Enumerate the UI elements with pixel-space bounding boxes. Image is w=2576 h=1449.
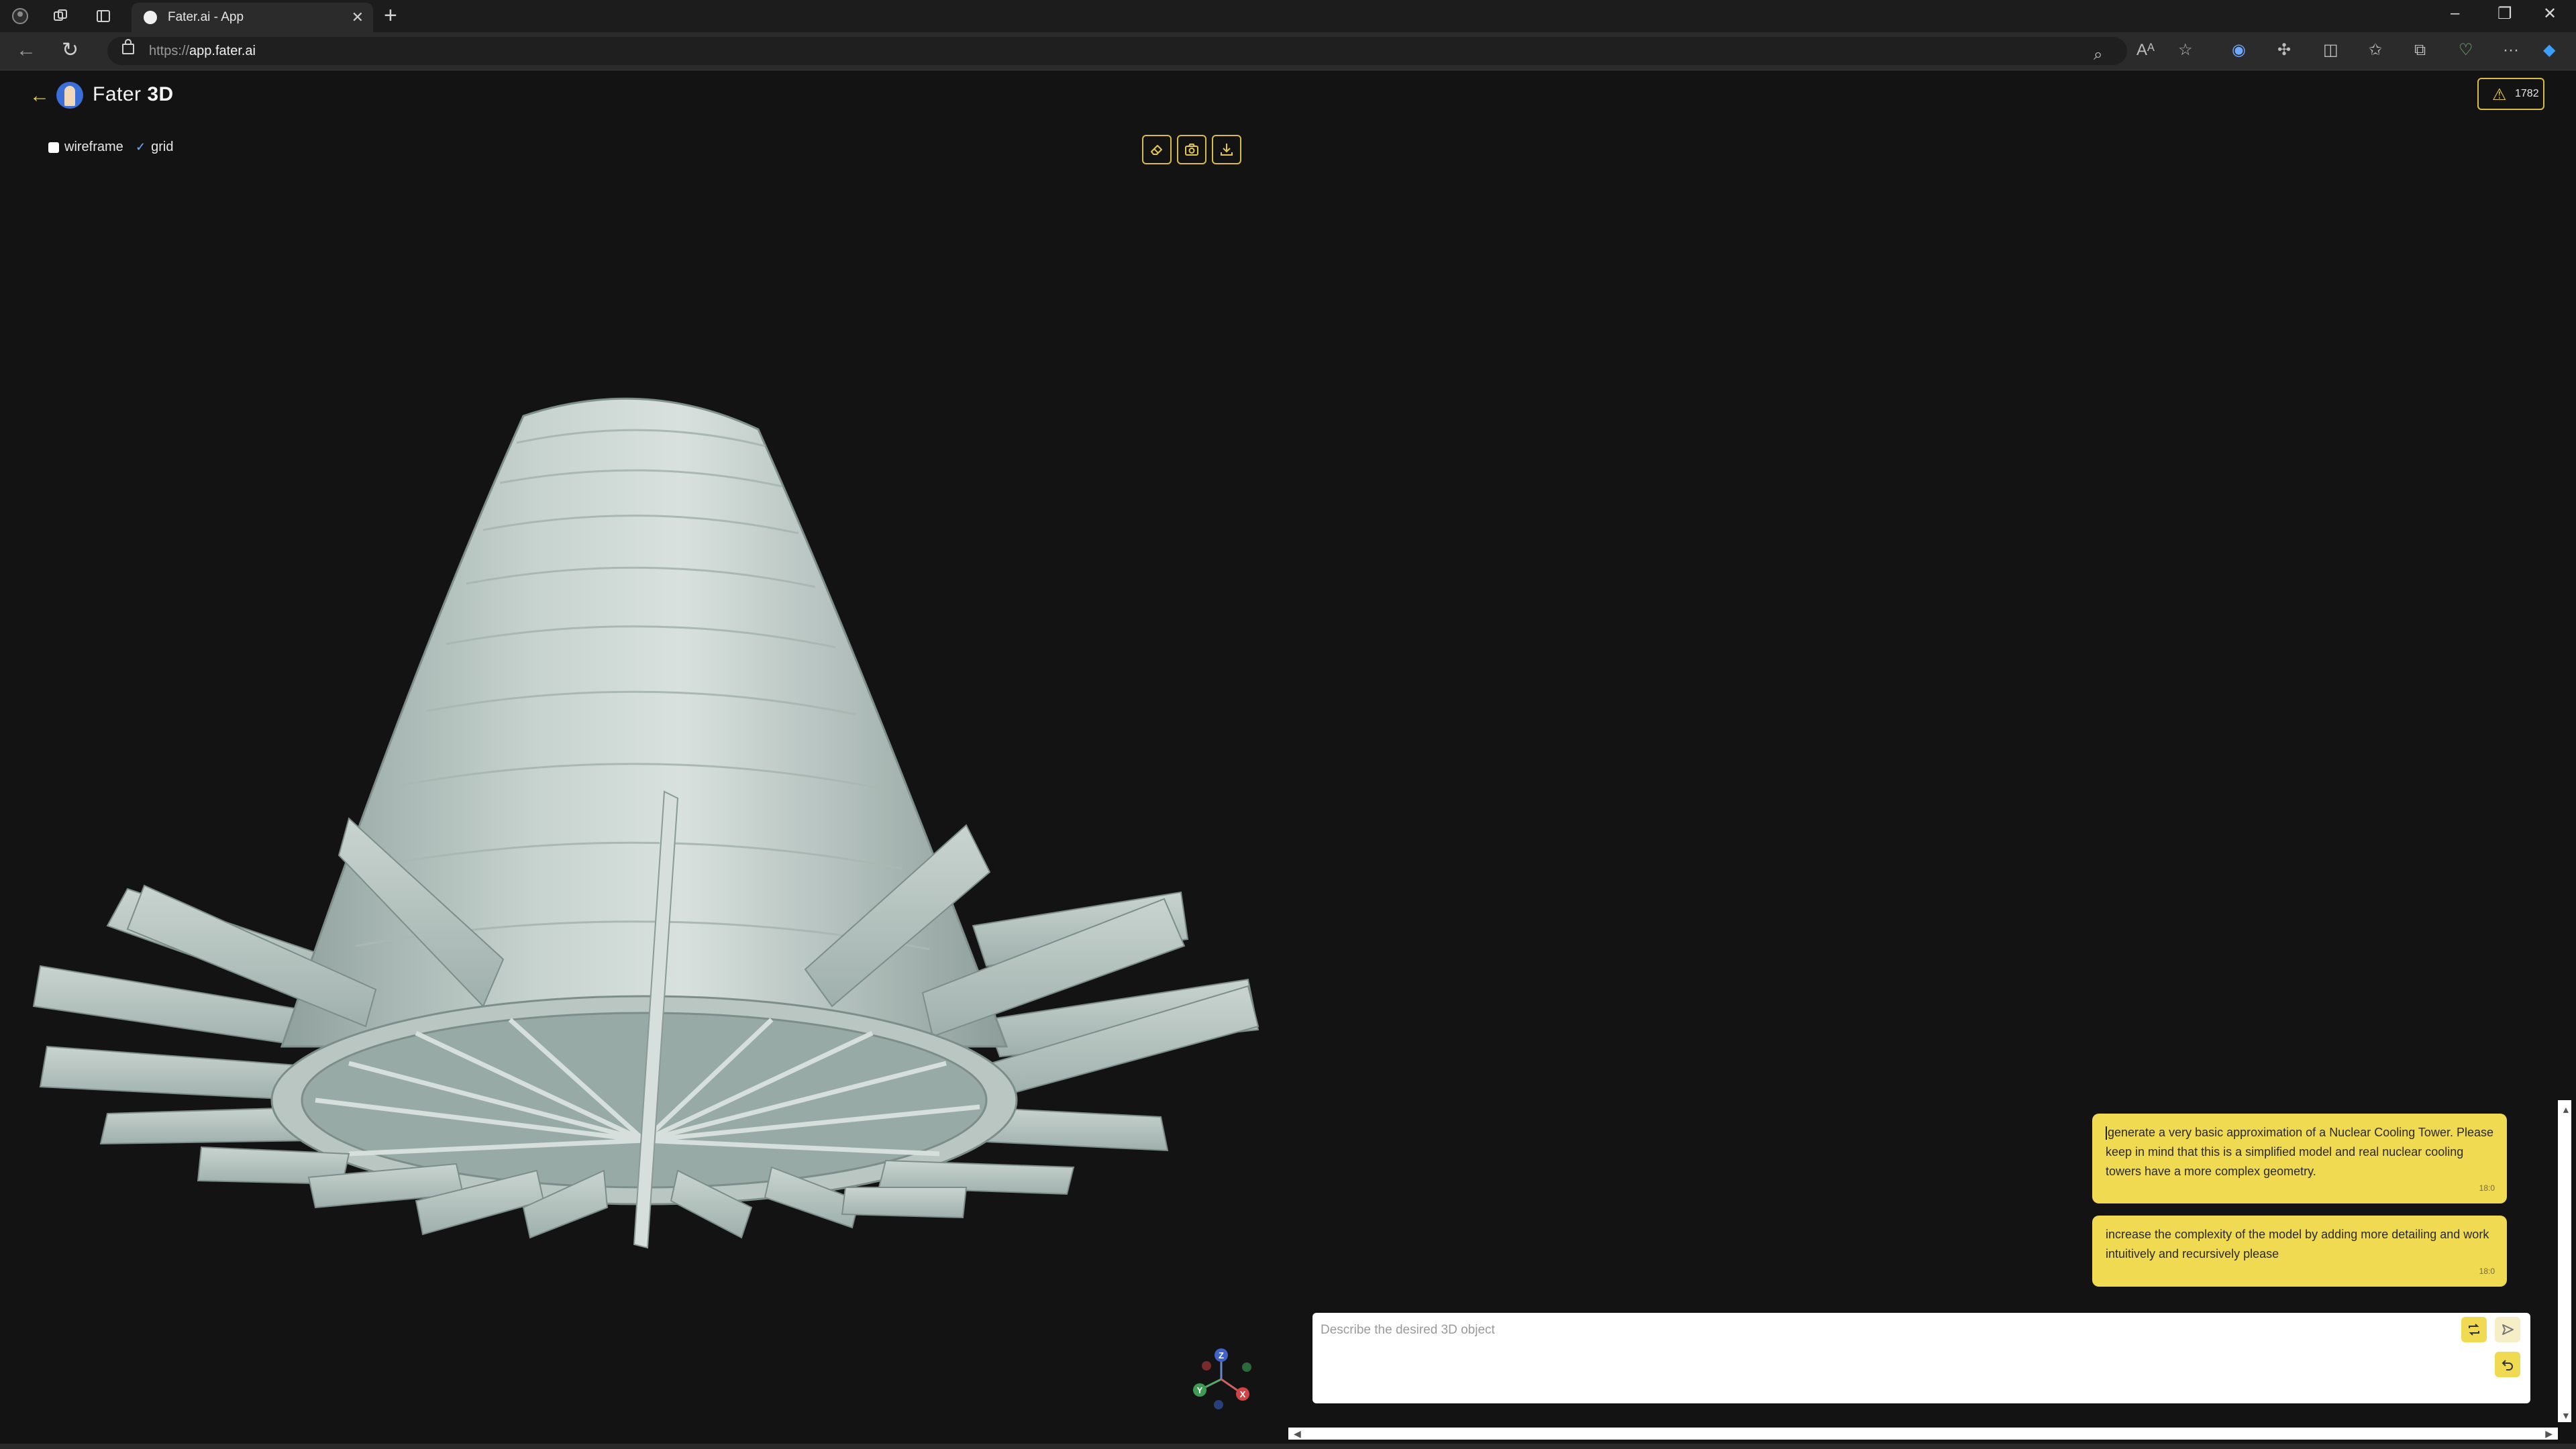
clear-scene-button[interactable] bbox=[1142, 135, 1172, 164]
tab-fater-app[interactable]: Fater.ai - App ✕ bbox=[132, 3, 373, 32]
chat-message-text: generate a very basic approximation of a… bbox=[2106, 1126, 2493, 1178]
axis-x-label: X bbox=[1240, 1389, 1246, 1399]
wireframe-checkbox[interactable] bbox=[48, 142, 59, 153]
scroll-down-icon[interactable]: ▼ bbox=[2561, 1410, 2571, 1421]
minimize-icon[interactable]: – bbox=[2451, 4, 2459, 23]
vertical-tabs-icon[interactable] bbox=[94, 7, 113, 25]
chat-horizontal-scrollbar[interactable]: ◀ ▶ bbox=[1288, 1428, 2558, 1440]
chat-vertical-scrollbar[interactable]: ▲ ▼ bbox=[2558, 1100, 2571, 1422]
chat-message: generate a very basic approximation of a… bbox=[2092, 1114, 2507, 1203]
browser-profile-icon[interactable] bbox=[11, 7, 30, 25]
favorites-icon[interactable]: ✩ bbox=[2369, 42, 2382, 59]
collections-icon[interactable]: ⧉ bbox=[2414, 42, 2426, 59]
screenshot-button[interactable] bbox=[1177, 135, 1206, 164]
wireframe-label: wireframe bbox=[64, 140, 123, 154]
favorite-star-icon[interactable]: ☆ bbox=[2178, 42, 2193, 59]
chat-message-text: increase the complexity of the model by … bbox=[2106, 1228, 2489, 1260]
close-window-icon[interactable]: ✕ bbox=[2543, 4, 2557, 23]
refresh-icon[interactable]: ↻ bbox=[62, 40, 79, 60]
axis-gizmo[interactable]: Z Y X bbox=[1188, 1346, 1261, 1413]
download-icon bbox=[1221, 144, 1233, 156]
chat-message: increase the complexity of the model by … bbox=[2092, 1216, 2507, 1287]
read-aloud-icon[interactable]: Aᴬ bbox=[2136, 42, 2155, 59]
back-icon[interactable]: ← bbox=[16, 40, 36, 60]
tab-favicon-icon bbox=[144, 11, 157, 24]
chat-message-time: 18:0 bbox=[2479, 1183, 2495, 1193]
scroll-left-icon[interactable]: ◀ bbox=[1294, 1428, 1301, 1440]
window-bottom-edge bbox=[0, 1444, 2576, 1449]
camera-icon bbox=[1185, 144, 1198, 156]
copilot-icon[interactable]: ◆ bbox=[2543, 42, 2555, 59]
prompt-input[interactable] bbox=[1319, 1320, 2422, 1341]
repeat-icon bbox=[2469, 1324, 2479, 1336]
3d-viewport[interactable] bbox=[0, 174, 1282, 1436]
scroll-up-icon[interactable]: ▲ bbox=[2561, 1104, 2571, 1115]
browser-essentials-icon[interactable]: ◉ bbox=[2232, 42, 2246, 59]
text-caret bbox=[2106, 1126, 2107, 1140]
restore-icon[interactable]: ❐ bbox=[2497, 4, 2512, 23]
new-tab-icon[interactable]: + bbox=[384, 4, 397, 27]
cooling-tower-model bbox=[32, 397, 1259, 1249]
download-model-button[interactable] bbox=[1212, 135, 1241, 164]
credits-warning-icon: ⚠ bbox=[2492, 86, 2507, 104]
grid-option[interactable]: ✓ grid bbox=[136, 140, 173, 155]
browser-address-bar: ← ↻ https://app.fater.ai ⌕ Aᴬ ☆ ◉ ✣ ◫ ✩ … bbox=[0, 32, 2576, 70]
fater-logo-avatar bbox=[56, 82, 83, 109]
wireframe-option[interactable]: wireframe bbox=[48, 140, 123, 155]
app-back-arrow-icon[interactable]: ← bbox=[30, 85, 50, 107]
eraser-icon bbox=[1151, 145, 1162, 155]
axis-y-label: Y bbox=[1197, 1385, 1203, 1395]
prompt-input-container bbox=[1312, 1313, 2530, 1403]
grid-checkmark-icon[interactable]: ✓ bbox=[136, 140, 146, 154]
send-icon bbox=[2502, 1324, 2514, 1335]
url-text: https://app.fater.ai bbox=[149, 44, 256, 58]
undo-button[interactable] bbox=[2495, 1352, 2520, 1377]
grid-label: grid bbox=[151, 140, 174, 154]
app-title: Fater 3D bbox=[93, 83, 174, 105]
performance-heart-icon[interactable]: ♡ bbox=[2459, 42, 2473, 59]
axis-z-label: Z bbox=[1219, 1350, 1224, 1360]
regenerate-button[interactable] bbox=[2461, 1317, 2487, 1342]
url-field[interactable]: https://app.fater.ai ⌕ bbox=[107, 37, 2127, 65]
credits-badge[interactable]: ⚠ 1782 bbox=[2477, 78, 2544, 110]
send-button[interactable] bbox=[2495, 1317, 2520, 1342]
tab-title: Fater.ai - App bbox=[168, 10, 244, 24]
undo-icon bbox=[2502, 1360, 2513, 1371]
workspaces-icon[interactable] bbox=[51, 7, 70, 25]
browser-titlebar: Fater.ai - App ✕ + – ❐ ✕ bbox=[0, 0, 2576, 32]
more-menu-icon[interactable]: ··· bbox=[2503, 42, 2519, 59]
split-screen-icon[interactable]: ◫ bbox=[2323, 42, 2338, 59]
chat-message-time: 18:0 bbox=[2479, 1267, 2495, 1276]
lock-icon bbox=[122, 39, 134, 54]
zoom-out-icon[interactable]: ⌕ bbox=[2094, 46, 2102, 64]
tab-close-icon[interactable]: ✕ bbox=[352, 9, 364, 26]
extensions-icon[interactable]: ✣ bbox=[2277, 42, 2291, 59]
credits-count: 1782 bbox=[2515, 88, 2539, 99]
scroll-right-icon[interactable]: ▶ bbox=[2545, 1428, 2553, 1440]
